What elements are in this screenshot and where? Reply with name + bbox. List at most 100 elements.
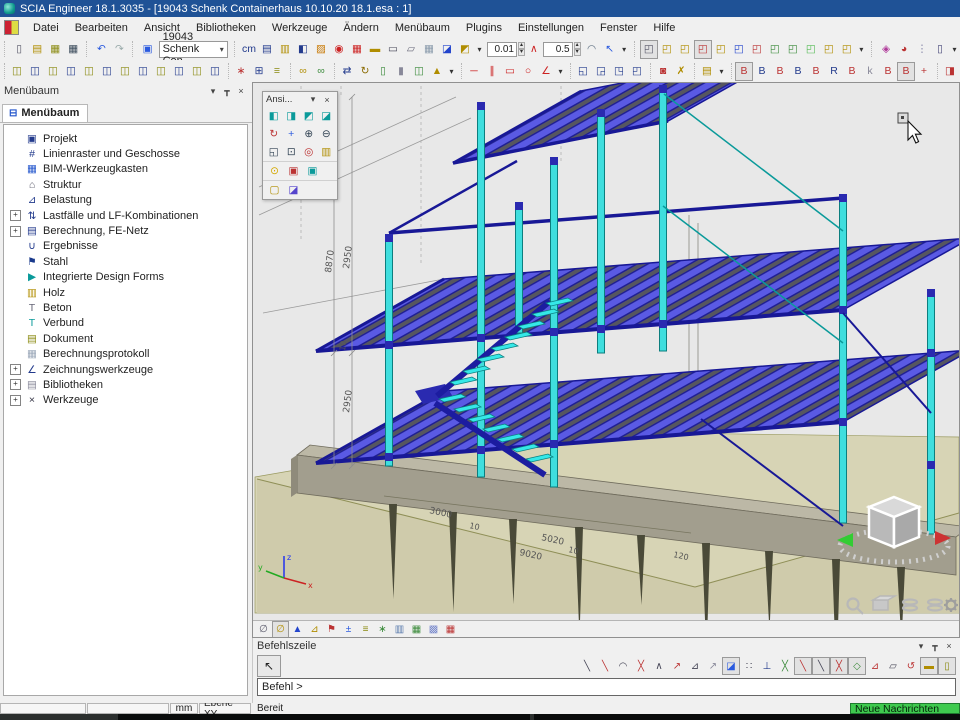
stretch-button[interactable]: ▲: [428, 62, 446, 81]
menu-item[interactable]: Einstellungen: [510, 20, 592, 36]
image-toggle[interactable]: ▩: [425, 621, 442, 638]
circle-button[interactable]: ○: [519, 62, 537, 81]
menu-item[interactable]: Ändern: [335, 20, 386, 36]
menu-item[interactable]: Datei: [25, 20, 67, 36]
spinner-up-icon[interactable]: ▴: [574, 42, 581, 49]
link-button[interactable]: ∞: [294, 62, 312, 81]
zoom-window-button[interactable]: ◱: [265, 143, 283, 161]
storey-button[interactable]: ≡: [268, 62, 286, 81]
snap-tri-button[interactable]: ⊿: [686, 657, 704, 675]
view-param-3[interactable]: ◰: [676, 40, 694, 59]
rectangle-button[interactable]: ▭: [501, 62, 519, 81]
project-window-button[interactable]: ▣: [139, 40, 157, 59]
launch-button[interactable]: ✗: [672, 62, 690, 81]
profile-library-12[interactable]: ◫: [206, 62, 224, 81]
tree-item-linienraster[interactable]: # Linienraster und Geschosse: [4, 146, 247, 161]
center-of-gravity-button[interactable]: +: [915, 62, 933, 81]
model-data-toggle[interactable]: ∗: [374, 621, 391, 638]
tools-more-dropdown[interactable]: ▾: [474, 40, 485, 59]
profile-library-1[interactable]: ◫: [8, 62, 26, 81]
snap-column-button[interactable]: ▯: [938, 657, 956, 675]
layers-button[interactable]: ▤: [258, 40, 276, 59]
snap-arc-button[interactable]: ◠: [614, 657, 632, 675]
snap-intersection-button[interactable]: ╲: [812, 657, 830, 675]
rotate-button[interactable]: ↻: [356, 62, 374, 81]
bim-cad-tool-5[interactable]: B: [807, 62, 825, 81]
bim-cad-tool-3[interactable]: B: [771, 62, 789, 81]
scale-button[interactable]: ▮: [392, 62, 410, 81]
snap-step-spinner[interactable]: 0.01 ▴▾: [487, 42, 525, 57]
open-esa-folder-button[interactable]: ▤: [698, 62, 716, 81]
document-button[interactable]: ◪: [438, 40, 456, 59]
perspective-button[interactable]: ◪: [284, 181, 303, 199]
delete-button[interactable]: ◙: [654, 62, 672, 81]
snap-angle-button[interactable]: ⊿: [866, 657, 884, 675]
tree-item-berechnungsprotokoll[interactable]: ▦ Berechnungsprotokoll: [4, 346, 247, 361]
spinner-down-icon[interactable]: ▾: [574, 49, 581, 56]
mirror-button[interactable]: ▯: [374, 62, 392, 81]
snap-perpendicular-button[interactable]: ╳: [830, 657, 848, 675]
snap-tangent-button[interactable]: ◇: [848, 657, 866, 675]
snap-dot-grid-button[interactable]: ∷: [740, 657, 758, 675]
snap-vertex-button[interactable]: ∧: [650, 657, 668, 675]
parallel-button[interactable]: ∥: [483, 62, 501, 81]
tree-item-struktur[interactable]: ⌂ Struktur: [4, 177, 247, 192]
tree-item-ergebnisse[interactable]: ∪ Ergebnisse: [4, 239, 247, 254]
render-toggle[interactable]: ∅: [272, 621, 289, 638]
units-button[interactable]: cm: [240, 40, 258, 59]
spinner-up-icon[interactable]: ▴: [518, 42, 525, 49]
profile-library-3[interactable]: ◫: [44, 62, 62, 81]
search-members-button[interactable]: ◕: [895, 40, 913, 59]
view-photo-button[interactable]: ▣: [284, 162, 303, 180]
tree-item-stahl[interactable]: ⚑ Stahl: [4, 254, 247, 269]
tree-item-belastung[interactable]: ⊿ Belastung: [4, 193, 247, 208]
print-preview-button[interactable]: ▱: [402, 40, 420, 59]
tree-item-beton[interactable]: T Beton: [4, 300, 247, 315]
profile-library-8[interactable]: ◫: [134, 62, 152, 81]
snap-step-value[interactable]: 0.01: [487, 42, 517, 57]
dot-grid-button[interactable]: ∗: [232, 62, 250, 81]
tree-item-idf[interactable]: ▶ Integrierte Design Forms: [4, 270, 247, 285]
view-flags-dropdown[interactable]: ▾: [856, 40, 867, 59]
rotate-view-button[interactable]: ↻: [265, 125, 283, 143]
line-grid-button[interactable]: ⊞: [250, 62, 268, 81]
link2-button[interactable]: ∞: [312, 62, 330, 81]
command-panel-collapse-icon[interactable]: ▾: [914, 641, 928, 652]
view-panel-collapse-icon[interactable]: ▾: [306, 94, 320, 105]
spinner-down-icon[interactable]: ▾: [518, 49, 525, 56]
view-param-9[interactable]: ◰: [784, 40, 802, 59]
command-panel-pin-icon[interactable]: ┳: [928, 641, 942, 652]
snap-ruler-button[interactable]: ▬: [920, 657, 938, 675]
combo-dropdown-icon[interactable]: ▾: [220, 45, 224, 54]
tile-windows-button[interactable]: ◰: [628, 62, 646, 81]
grid-toggle[interactable]: ▦: [408, 621, 425, 638]
menu-item[interactable]: Werkzeuge: [264, 20, 335, 36]
project-combo[interactable]: 19043 Schenk Con ▾: [159, 41, 228, 58]
snap-point-button[interactable]: ╲: [596, 657, 614, 675]
bim-exchange-button[interactable]: ◈: [877, 40, 895, 59]
snap-endpoint-button[interactable]: ╲: [794, 657, 812, 675]
save-button[interactable]: ▦: [46, 40, 64, 59]
redo-button[interactable]: ↷: [110, 40, 128, 59]
tree-item-verbund[interactable]: T Verbund: [4, 316, 247, 331]
view-param-2[interactable]: ◰: [658, 40, 676, 59]
command-panel-close-icon[interactable]: ×: [942, 641, 956, 651]
view-param-11[interactable]: ◰: [820, 40, 838, 59]
member-select-button[interactable]: ↖: [601, 40, 619, 59]
right-more-dropdown[interactable]: ▾: [949, 40, 960, 59]
view-axo-button[interactable]: ◪: [318, 107, 336, 125]
surface-toggle[interactable]: ▲: [289, 621, 306, 638]
catalog-button[interactable]: ▥: [276, 40, 294, 59]
section-ring-button[interactable]: ◉: [330, 40, 348, 59]
profile-library-4[interactable]: ◫: [62, 62, 80, 81]
gallery-button[interactable]: ◩: [456, 40, 474, 59]
array-button[interactable]: ◫: [410, 62, 428, 81]
axes-toggle[interactable]: ⊿: [306, 621, 323, 638]
coord-info-button[interactable]: ◧: [294, 40, 312, 59]
perspective-toggle[interactable]: ∅: [255, 621, 272, 638]
zoom-out-button[interactable]: ⊖: [318, 125, 336, 143]
command-input[interactable]: Befehl >: [257, 678, 956, 696]
move-button[interactable]: ⇄: [338, 62, 356, 81]
view-settings-button[interactable]: ▢: [265, 181, 284, 199]
new-messages-button[interactable]: Neue Nachrichten: [850, 703, 960, 714]
